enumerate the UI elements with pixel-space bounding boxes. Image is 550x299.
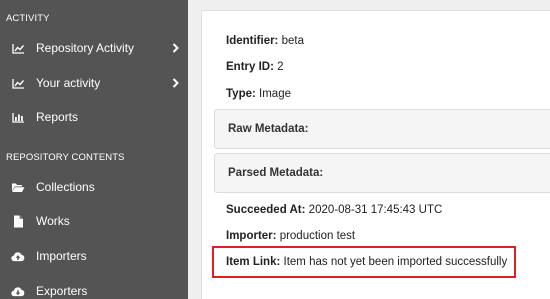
- cloud-download-icon: [11, 284, 25, 298]
- item-link-highlight: [212, 246, 516, 278]
- sidebar-item-label: Collections: [36, 180, 95, 194]
- identifier-field: Identifier: beta: [226, 35, 304, 47]
- importer-value: production test: [279, 230, 356, 242]
- sidebar-item-your-activity[interactable]: Your activity: [0, 68, 188, 98]
- entry-id-field: Entry ID: 2: [226, 61, 284, 73]
- sidebar-item-repository-activity[interactable]: Repository Activity: [0, 33, 188, 63]
- folder-open-icon: [11, 180, 25, 194]
- sidebar-item-works[interactable]: Works: [0, 206, 188, 236]
- succeeded-at-value: 2020-08-31 17:45:43 UTC: [308, 204, 443, 216]
- type-value: Image: [259, 88, 291, 100]
- sidebar-item-label: Your activity: [36, 76, 101, 90]
- sidebar-item-exporters[interactable]: Exporters: [0, 276, 188, 299]
- sidebar: ACTIVITY Repository Activity Your activi…: [0, 0, 188, 299]
- line-chart-icon: [11, 76, 25, 90]
- succeeded-at-field: Succeeded At: 2020-08-31 17:45:43 UTC: [226, 204, 442, 216]
- chevron-right-icon: [171, 77, 179, 89]
- parsed-metadata-title: Parsed Metadata:: [228, 167, 324, 179]
- type-field: Type: Image: [226, 88, 291, 100]
- parsed-metadata-panel[interactable]: Parsed Metadata:: [214, 153, 550, 193]
- importer-label: Importer:: [226, 230, 277, 242]
- sidebar-item-reports[interactable]: Reports: [0, 102, 188, 132]
- sidebar-item-label: Reports: [36, 110, 79, 124]
- repository-contents-heading: REPOSITORY CONTENTS: [6, 152, 125, 163]
- bar-chart-icon: [11, 110, 25, 124]
- line-chart-icon: [11, 41, 25, 55]
- succeeded-at-label: Succeeded At:: [226, 204, 306, 216]
- sidebar-item-collections[interactable]: Collections: [0, 172, 188, 202]
- identifier-value: beta: [281, 35, 304, 47]
- raw-metadata-panel[interactable]: Raw Metadata:: [214, 109, 550, 149]
- entry-id-value: 2: [277, 61, 284, 73]
- type-label: Type:: [226, 88, 256, 100]
- chevron-right-icon: [171, 42, 179, 54]
- sidebar-item-label: Importers: [36, 249, 87, 263]
- sidebar-item-label: Works: [36, 214, 70, 228]
- entry-id-label: Entry ID:: [226, 61, 274, 73]
- sidebar-item-label: Repository Activity: [36, 41, 135, 55]
- activity-heading: ACTIVITY: [6, 13, 50, 24]
- importer-field: Importer: production test: [226, 230, 355, 242]
- file-icon: [11, 214, 25, 228]
- raw-metadata-title: Raw Metadata:: [228, 123, 309, 135]
- sidebar-item-importers[interactable]: Importers: [0, 241, 188, 271]
- identifier-label: Identifier:: [226, 35, 279, 47]
- sidebar-item-label: Exporters: [36, 284, 88, 298]
- cloud-upload-icon: [11, 249, 25, 263]
